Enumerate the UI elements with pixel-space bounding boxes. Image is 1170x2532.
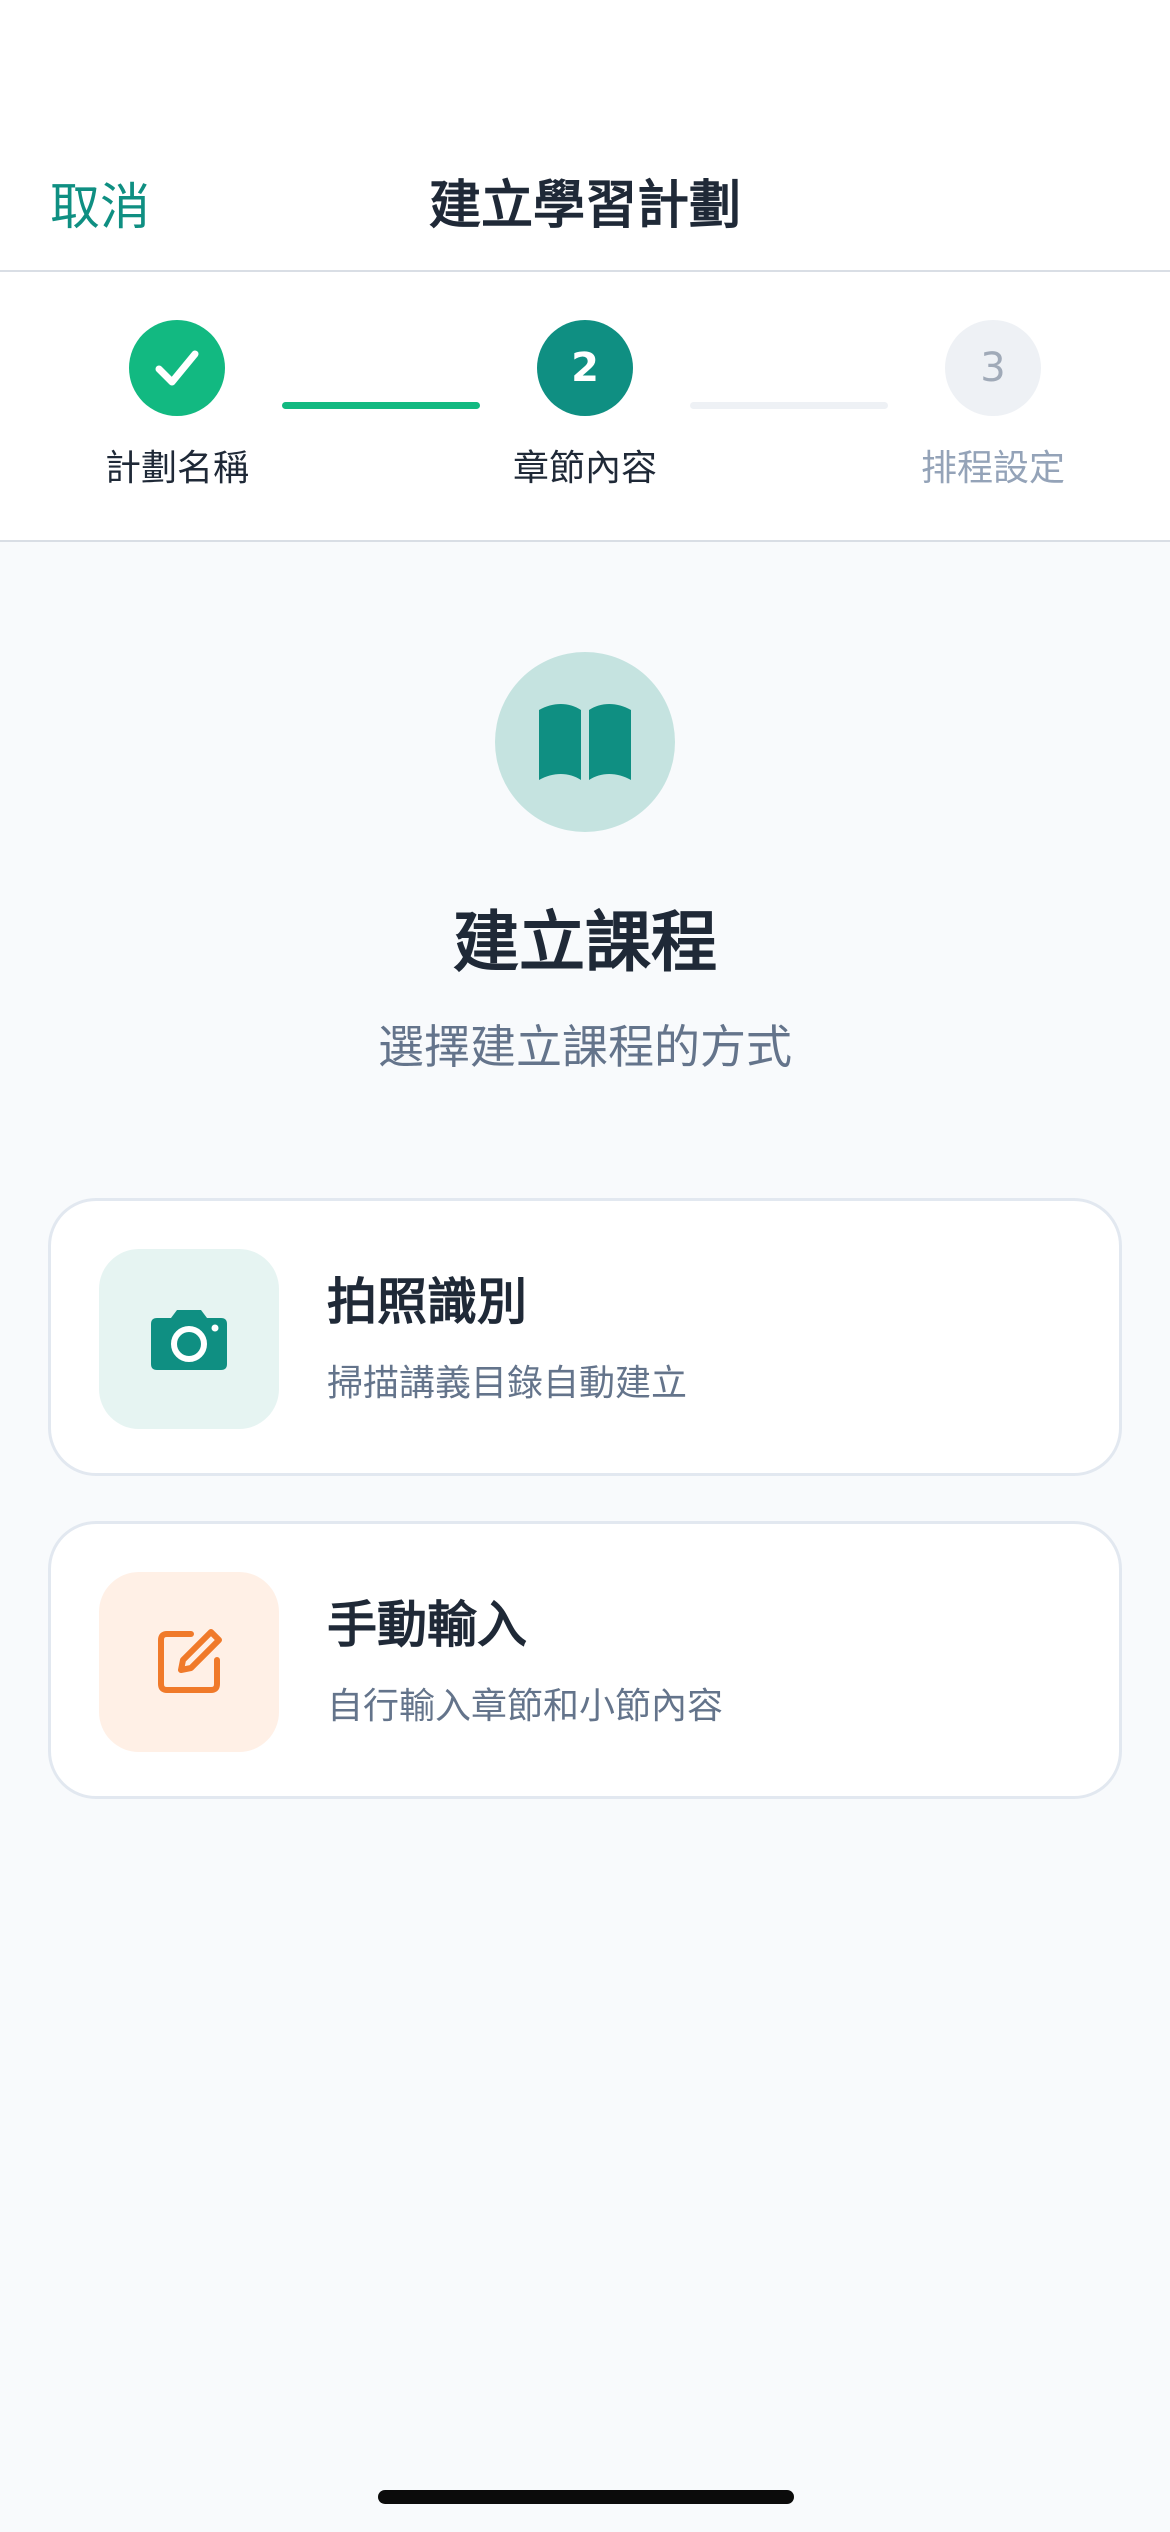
camera-icon <box>151 1310 227 1370</box>
open-book-icon <box>539 704 631 780</box>
navigation-bar: 取消 建立學習計劃 <box>0 0 1170 272</box>
edit-icon-badge <box>99 1572 279 1752</box>
create-plan-screen: 取消 建立學習計劃 2 3 計劃名稱 章節內容 排程設定 建立課程 選擇建立課程… <box>0 0 1170 2532</box>
step-3-label: 排程設定 <box>920 448 1065 489</box>
hero-icon-badge <box>495 652 675 832</box>
option-description: 自行輸入章節和小節內容 <box>327 1686 724 1727</box>
progress-stepper: 2 3 計劃名稱 章節內容 排程設定 <box>0 272 1170 542</box>
option-title: 拍照識別 <box>327 1273 527 1331</box>
step-2-label: 章節內容 <box>512 448 657 489</box>
step-connector-2 <box>690 402 888 409</box>
step-2-active: 2 <box>537 320 633 416</box>
edit-icon <box>158 1629 222 1693</box>
step-1-completed <box>129 320 225 416</box>
option-description: 掃描講義目錄自動建立 <box>327 1363 688 1404</box>
section-title: 建立課程 <box>453 904 717 981</box>
camera-icon-badge <box>99 1249 279 1429</box>
option-title: 手動輸入 <box>327 1596 527 1654</box>
checkmark-icon <box>155 350 199 386</box>
step-1-label: 計劃名稱 <box>104 448 249 489</box>
step-connector-1 <box>282 402 480 409</box>
photo-recognition-option[interactable]: 拍照識別 掃描講義目錄自動建立 <box>48 1198 1122 1476</box>
page-title: 建立學習計劃 <box>428 176 741 236</box>
manual-input-option[interactable]: 手動輸入 自行輸入章節和小節內容 <box>48 1521 1122 1799</box>
home-indicator <box>378 2490 794 2504</box>
section-subtitle: 選擇建立課程的方式 <box>378 1020 792 1074</box>
step-3-pending: 3 <box>945 320 1041 416</box>
